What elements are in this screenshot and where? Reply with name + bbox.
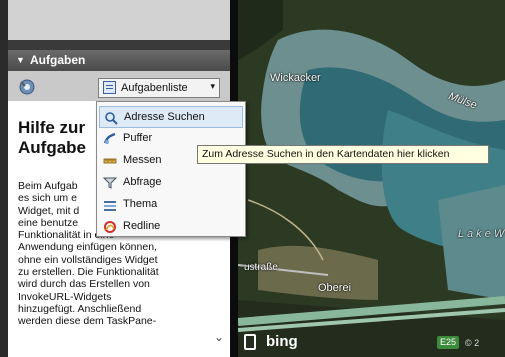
menu-item-label: Adresse Suchen <box>124 111 205 123</box>
help-text-line: Anwendung einfügen können, <box>18 241 157 254</box>
redline-icon <box>104 221 116 233</box>
panel-separator <box>8 40 230 50</box>
help-title: Hilfe zur Aufgabe <box>18 118 108 158</box>
bing-logo: bing <box>244 333 324 353</box>
map-view[interactable]: Wickacker Mülse L a k e W ustraße Oberei <box>238 0 505 357</box>
collapse-triangle-icon[interactable]: ▼ <box>16 50 25 71</box>
menu-item-label: Thema <box>123 198 158 210</box>
tasklist-icon <box>103 81 116 94</box>
menu-item-label: Messen <box>123 154 162 166</box>
help-title-line: Aufgabe <box>18 138 86 157</box>
top-panel-area <box>8 0 230 40</box>
help-text-line: zu erstellen. Die Funktionalität <box>18 266 159 279</box>
bing-logo-icon <box>244 334 256 350</box>
tasklist-dropdown-button[interactable]: Aufgabenliste ▾ <box>98 78 220 98</box>
tooltip: Zum Adresse Suchen in den Kartendaten hi… <box>197 145 489 164</box>
map-label-wickacker: Wickacker <box>270 72 321 84</box>
help-text-line: hinzugefügt. Anschließend <box>18 302 142 315</box>
buffer-icon <box>103 132 116 144</box>
tasklist-label: Aufgabenliste <box>121 82 188 94</box>
map-label-street: ustraße <box>244 262 278 273</box>
menu-item-thema[interactable]: Thema <box>99 194 243 216</box>
map-label-oberei: Oberei <box>318 282 352 294</box>
menu-item-redline[interactable]: Redline <box>99 216 243 238</box>
ruler-icon <box>103 158 117 164</box>
chevron-down-icon: ▾ <box>210 81 215 91</box>
menu-item-label: Puffer <box>123 132 153 144</box>
help-title-line: Hilfe zur <box>18 118 86 137</box>
menu-item-label: Redline <box>123 220 161 232</box>
filter-icon <box>103 177 117 189</box>
help-text-line: werden diese dem TaskPane- <box>18 315 157 328</box>
menu-item-abfrage[interactable]: Abfrage <box>99 172 243 194</box>
map-copyright: © 2 <box>465 338 480 348</box>
tasks-header[interactable]: ▼ Aufgaben <box>8 50 230 71</box>
menu-item-label: Abfrage <box>123 176 162 188</box>
scroll-down-icon[interactable]: ⌄ <box>214 330 224 344</box>
bing-logo-text: bing <box>266 333 298 350</box>
road-shield: E25 <box>437 336 459 349</box>
tasklist-menu: Adresse Suchen Puffer Messen Abfrage The… <box>96 101 246 237</box>
tasks-header-label: Aufgaben <box>30 53 86 67</box>
settings-icon[interactable] <box>18 78 36 96</box>
theme-icon <box>104 201 116 211</box>
menu-item-adresse-suchen[interactable]: Adresse Suchen <box>99 106 243 128</box>
satellite-map-image <box>238 0 505 357</box>
magnifier-icon <box>105 112 118 125</box>
help-text-line: ohne ein vollständiges Widget <box>18 253 158 266</box>
help-text-line: wird durch das Erstellen von <box>18 278 150 291</box>
map-label-lake: L a k e W <box>458 228 505 240</box>
help-text-line: InvokeURL-Widgets <box>18 290 112 303</box>
